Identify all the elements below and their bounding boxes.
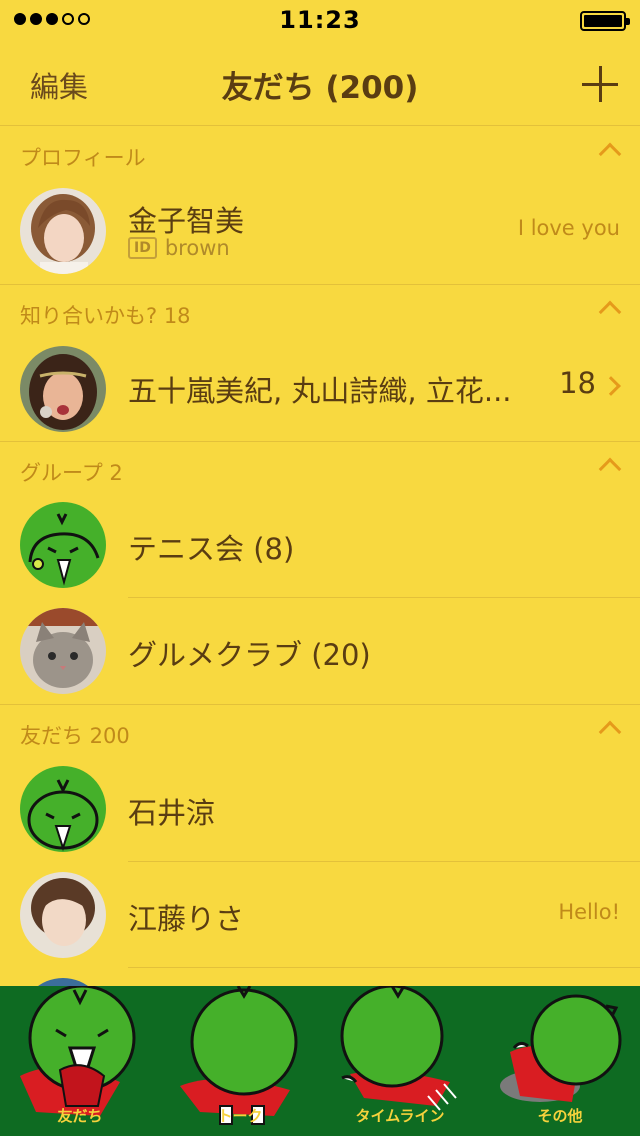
section-title: 知り合いかも? 18 (20, 304, 191, 328)
avatar (20, 502, 106, 588)
chevron-right-icon[interactable] (601, 376, 621, 396)
id-badge: ID (128, 237, 157, 259)
group-name: グルメクラブ (20) (128, 638, 371, 672)
chevron-up-icon[interactable] (598, 300, 622, 324)
profile-user-id: brown (164, 236, 230, 260)
battery-icon (580, 11, 630, 31)
chevron-up-icon[interactable] (598, 720, 622, 744)
section-header-recommended[interactable]: 知り合いかも? 18 (0, 284, 640, 336)
friend-name: 江藤りさ (128, 902, 245, 936)
avatar (20, 872, 106, 958)
tab-label: 友だち (57, 1107, 103, 1125)
profile-name: 金子智美 (128, 204, 245, 238)
tab-label: タイムライン (355, 1107, 445, 1125)
tab-friends[interactable]: 友だち (0, 986, 160, 1136)
group-name: テニス会 (8) (128, 532, 295, 566)
chevron-up-icon[interactable] (598, 457, 622, 481)
recommended-row[interactable]: 五十嵐美紀, 丸山詩織, 立花... 18 (0, 336, 640, 442)
tab-label: その他 (537, 1107, 583, 1125)
navigation-bar: 編集 友だち (200) (0, 40, 640, 126)
section-title: 友だち 200 (20, 724, 130, 748)
section-title: グループ 2 (20, 461, 123, 485)
page-title: 友だち (200) (221, 70, 419, 106)
profile-id: ID brown (128, 236, 230, 260)
tab-label: トーク (217, 1107, 263, 1125)
status-bar: 11:23 (0, 0, 640, 40)
tab-bar: 友だち トーク タイムライン その他 (0, 986, 640, 1136)
avatar (20, 608, 106, 694)
tab-timeline[interactable]: タイムライン (320, 986, 480, 1136)
status-time: 11:23 (279, 6, 361, 34)
section-title: プロフィール (20, 146, 146, 170)
recommended-names: 五十嵐美紀, 丸山詩織, 立花... (128, 374, 512, 408)
list-item[interactable]: 石井涼 (0, 756, 640, 862)
section-header-friends[interactable]: 友だち 200 (0, 704, 640, 756)
avatar (20, 188, 106, 274)
list-item[interactable]: テニス会 (8) (0, 492, 640, 598)
section-header-profile[interactable]: プロフィール (0, 127, 640, 179)
recommended-count: 18 (559, 366, 596, 400)
avatar (20, 346, 106, 432)
list-item[interactable]: 江藤りさ Hello! (0, 862, 640, 968)
avatar (20, 766, 106, 852)
friend-name: 石井涼 (128, 796, 216, 830)
section-header-groups[interactable]: グループ 2 (0, 441, 640, 493)
plus-icon[interactable] (582, 66, 618, 102)
chevron-up-icon[interactable] (598, 142, 622, 166)
profile-row[interactable]: 金子智美 ID brown I love you (0, 178, 640, 284)
list-item[interactable]: グルメクラブ (20) (0, 598, 640, 704)
profile-status-message: I love you (517, 216, 620, 240)
friend-status-message: Hello! (558, 900, 620, 924)
tab-talk[interactable]: トーク (160, 986, 320, 1136)
tab-more[interactable]: その他 (480, 986, 640, 1136)
